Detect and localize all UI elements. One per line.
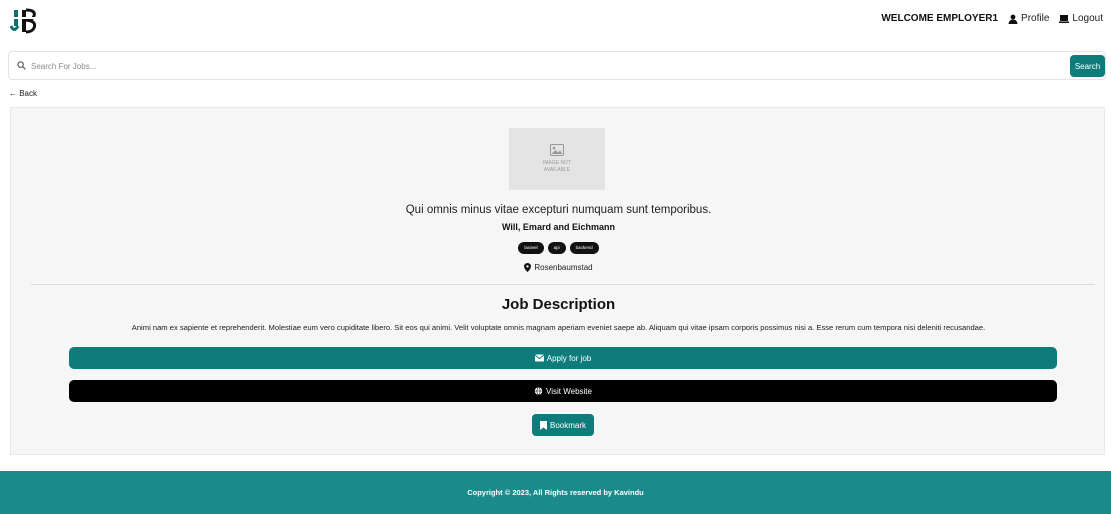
profile-link[interactable]: Profile	[1008, 13, 1049, 24]
tag-badge[interactable]: api	[547, 242, 566, 254]
apply-label: Apply for job	[546, 353, 592, 363]
search-icon	[17, 61, 26, 70]
brand-logo[interactable]	[10, 7, 38, 35]
search-button[interactable]: Search	[1070, 55, 1105, 77]
job-description: Animi nam ex sapiente et reprehenderit. …	[131, 323, 986, 332]
profile-label: Profile	[1021, 13, 1050, 24]
company-image-placeholder: IMAGE NOT AVAILABLE	[509, 128, 605, 190]
tag-badge[interactable]: laravel	[518, 242, 544, 254]
envelope-icon	[534, 354, 544, 362]
logout-label: Logout	[1072, 13, 1103, 24]
welcome-text: WELCOME EMPLOYER1	[881, 13, 999, 24]
company-name: Will, Emard and Eichmann	[502, 222, 615, 232]
footer: Copyright © 2023, All Rights reserved by…	[0, 471, 1111, 514]
bookmark-icon	[539, 420, 547, 430]
search-bar: Search	[8, 51, 1106, 80]
image-placeholder-text: IMAGE NOT AVAILABLE	[542, 160, 572, 173]
description-heading: Job Description	[501, 296, 616, 313]
visit-website-button[interactable]: Visit Website	[69, 380, 1057, 402]
tag-list: laravel api backend	[11, 242, 1106, 254]
bookmark-button[interactable]: Bookmark	[532, 414, 594, 436]
image-icon	[550, 144, 564, 156]
tag-badge[interactable]: backend	[569, 242, 599, 254]
job-title: Qui omnis minus vitae excepturi numquam …	[405, 204, 712, 216]
apply-button[interactable]: Apply for job	[69, 347, 1057, 369]
bookmark-label: Bookmark	[549, 420, 586, 430]
job-location: Rosenbaumstad	[11, 263, 1106, 272]
location-text: Rosenbaumstad	[534, 263, 593, 272]
globe-icon	[534, 387, 543, 395]
job-detail-card: IMAGE NOT AVAILABLE Qui omnis minus vita…	[10, 107, 1105, 455]
logout-link[interactable]: Logout	[1059, 13, 1103, 24]
section-divider	[31, 284, 1095, 285]
search-input[interactable]	[31, 56, 1061, 76]
back-link[interactable]: ← Back	[9, 89, 37, 98]
nav-right: WELCOME EMPLOYER1 Profile Logout	[881, 13, 1103, 24]
visit-label: Visit Website	[546, 386, 592, 396]
user-icon	[1008, 14, 1018, 24]
top-navbar: WELCOME EMPLOYER1 Profile Logout	[0, 0, 1111, 42]
copyright-text: Copyright © 2023, All Rights reserved by…	[467, 488, 644, 497]
map-marker-icon	[524, 263, 532, 272]
logout-icon	[1059, 14, 1070, 23]
